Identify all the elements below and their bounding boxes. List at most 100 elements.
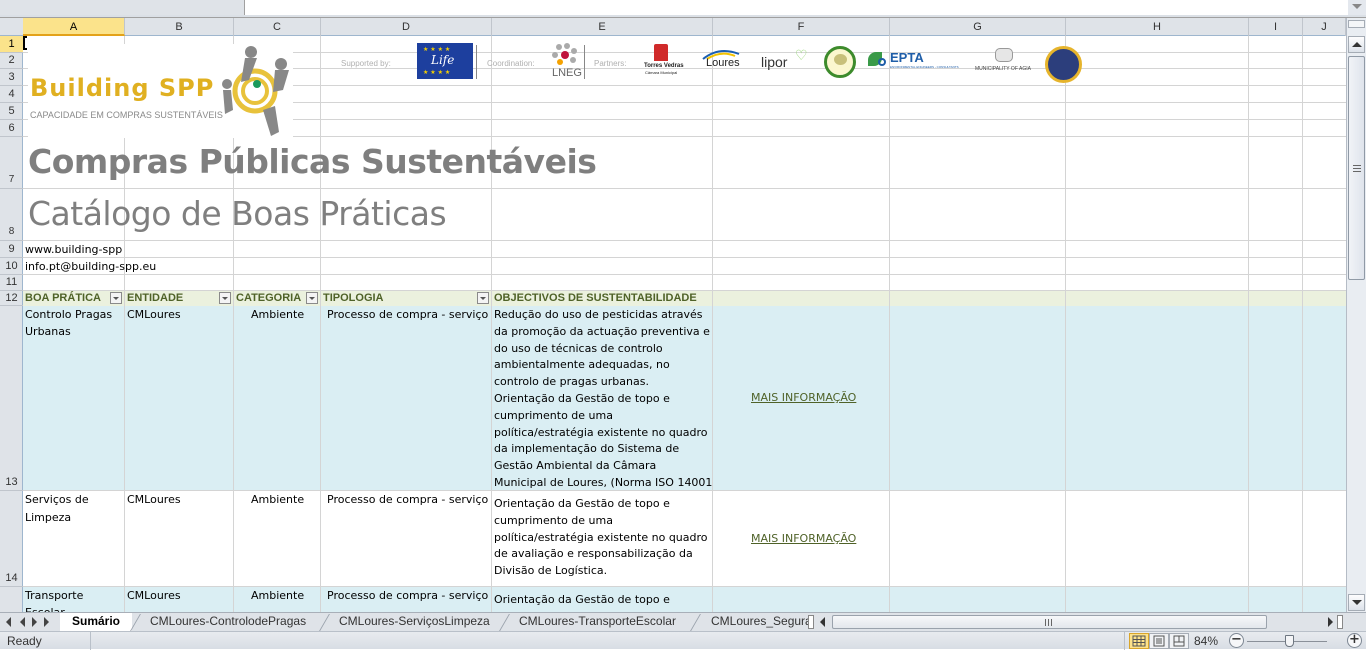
- filter-dropdown-boa-pratica[interactable]: [110, 292, 122, 304]
- split-handle[interactable]: [1348, 20, 1365, 28]
- page-title: Compras Públicas Sustentáveis: [28, 142, 597, 181]
- sheet-tab-transporte-escolar[interactable]: CMLoures-TransporteEscolar: [507, 613, 688, 631]
- name-box[interactable]: [0, 0, 245, 15]
- column-header-g[interactable]: G: [890, 18, 1066, 36]
- column-headers: A B C D E F G H I J: [0, 18, 1348, 36]
- page-layout-view-button[interactable]: [1149, 633, 1169, 649]
- column-header-h[interactable]: H: [1066, 18, 1249, 36]
- row-header-13[interactable]: 13: [0, 306, 23, 491]
- sheet-tab-sumario[interactable]: Sumário: [60, 613, 133, 631]
- zoom-level[interactable]: 84%: [1194, 634, 1218, 648]
- zoom-out-button[interactable]: −: [1229, 633, 1244, 648]
- objectivos-line: Municipal de Loures, (Norma ISO 14001: [494, 476, 713, 489]
- column-header-j[interactable]: J: [1303, 18, 1346, 36]
- tree-emblem-logo: [824, 46, 856, 78]
- epta-logo: EPTA ENVIRONMENTAL ENGINEERS - CONSULTAN…: [868, 50, 968, 74]
- cell-boa-pratica[interactable]: Urbanas: [25, 323, 71, 340]
- zoom-slider-thumb[interactable]: [1285, 635, 1294, 647]
- row-header-2[interactable]: 2: [0, 53, 23, 69]
- cell-boa-pratica[interactable]: Transporte: [25, 587, 83, 604]
- column-header-f[interactable]: F: [713, 18, 890, 36]
- objectivos-line: cumprimento de uma: [494, 408, 613, 422]
- page-break-icon: [1173, 635, 1185, 647]
- row-header-14[interactable]: 14: [0, 491, 23, 587]
- row-header-7[interactable]: 7: [0, 137, 23, 189]
- column-header-i[interactable]: I: [1249, 18, 1303, 36]
- row-header-8[interactable]: 8: [0, 189, 23, 241]
- worksheet-grid[interactable]: Building SPP CAPACIDADE EM COMPRAS SUSTE…: [23, 36, 1346, 612]
- header-tipologia: TIPOLOGIA: [323, 292, 384, 304]
- row-header-3[interactable]: 3: [0, 69, 23, 86]
- lneg-logo: LNEG: [549, 42, 582, 82]
- scroll-down-button[interactable]: [1348, 594, 1365, 611]
- scroll-up-button[interactable]: [1348, 36, 1365, 53]
- row-header-5[interactable]: 5: [0, 103, 23, 120]
- vertical-scrollbar[interactable]: [1346, 18, 1366, 612]
- page-break-view-button[interactable]: [1169, 633, 1189, 649]
- row-header-6[interactable]: 6: [0, 120, 23, 137]
- last-sheet-icon[interactable]: [44, 617, 49, 627]
- header-boa-pratica: BOA PRÁTICA: [25, 292, 101, 304]
- email-text[interactable]: info.pt@building-spp.eu: [25, 258, 156, 275]
- filter-dropdown-categoria[interactable]: [306, 292, 318, 304]
- scroll-right-icon[interactable]: [1328, 617, 1333, 627]
- vertical-scroll-thumb[interactable]: [1348, 56, 1365, 280]
- column-header-a[interactable]: A: [23, 18, 125, 36]
- column-header-b[interactable]: B: [125, 18, 234, 36]
- cell-boa-pratica[interactable]: Escolar: [25, 604, 65, 612]
- row-header-11[interactable]: 11: [0, 275, 23, 291]
- cell-categoria[interactable]: Ambiente: [251, 306, 304, 323]
- lipor-logo: lipor ♡: [761, 48, 808, 70]
- mais-informacao-link[interactable]: MAIS INFORMAÇÃO: [751, 391, 856, 404]
- horizontal-scroll-thumb[interactable]: [832, 615, 1267, 629]
- objectivos-line: política/estratégia existente no quadro: [494, 530, 708, 544]
- prev-sheet-icon[interactable]: [20, 617, 25, 627]
- objectivos-line: Gestão Ambiental da Câmara: [494, 459, 657, 473]
- cell-tipologia[interactable]: Processo de compra - serviço: [327, 306, 488, 323]
- row-header-9[interactable]: 9: [0, 241, 23, 258]
- objectivos-line: cumprimento de uma: [494, 513, 613, 527]
- normal-view-button[interactable]: [1129, 633, 1149, 649]
- filter-dropdown-tipologia[interactable]: [477, 292, 489, 304]
- grip-icon: [1353, 165, 1361, 172]
- objectivos-line: Divisão de Logística.: [494, 564, 608, 578]
- sheet-tab-seguranca[interactable]: CMLoures_Segura: [699, 613, 809, 631]
- mais-informacao-link[interactable]: MAIS INFORMAÇÃO: [751, 532, 856, 545]
- cell-entidade[interactable]: CMLoures: [127, 587, 181, 604]
- column-header-c[interactable]: C: [234, 18, 321, 36]
- website-text[interactable]: www.building-spp: [25, 241, 122, 258]
- zoom-in-button[interactable]: +: [1347, 633, 1362, 648]
- page-icon: [1153, 635, 1165, 647]
- column-header-d[interactable]: D: [321, 18, 492, 36]
- first-sheet-icon[interactable]: [6, 617, 11, 627]
- filter-dropdown-entidade[interactable]: [219, 292, 231, 304]
- cell-categoria[interactable]: Ambiente: [251, 587, 304, 604]
- row-header-1[interactable]: 1: [0, 36, 23, 53]
- cell-boa-pratica[interactable]: Limpeza: [25, 509, 71, 526]
- scroll-left-icon[interactable]: [820, 617, 825, 627]
- cell-boa-pratica[interactable]: Serviços de: [25, 491, 89, 508]
- loures-logo: Loures: [699, 48, 753, 72]
- objectivos-line: do uso de técnicas de controlo: [494, 341, 663, 355]
- column-header-e[interactable]: E: [492, 18, 713, 36]
- tab-split-handle[interactable]: [808, 615, 814, 629]
- cell-entidade[interactable]: CMLoures: [127, 491, 181, 508]
- cell-categoria[interactable]: Ambiente: [251, 491, 304, 508]
- sheet-tab-servicos-limpeza[interactable]: CMLoures-ServiçosLimpeza: [327, 613, 502, 631]
- municipality-agia-logo: MUNICIPALITY OF AGIA: [975, 48, 1035, 78]
- cell-entidade[interactable]: CMLoures: [127, 306, 181, 323]
- sheet-tab-controlo-pragas[interactable]: CMLoures-ControlodePragas: [138, 613, 318, 631]
- hscroll-split-handle[interactable]: [1337, 615, 1343, 629]
- formula-bar-expand-button[interactable]: [1348, 0, 1366, 16]
- logo-title: Building SPP: [30, 74, 215, 102]
- cell-tipologia[interactable]: Processo de compra - serviço: [327, 491, 488, 508]
- status-bar: Ready 84% − +: [0, 631, 1366, 650]
- cell-tipologia[interactable]: Processo de compra - serviço: [327, 587, 488, 604]
- cell-boa-pratica[interactable]: Controlo Pragas: [25, 306, 112, 323]
- row-header-4[interactable]: 4: [0, 86, 23, 103]
- row-header-12[interactable]: 12: [0, 291, 23, 306]
- objectivos-line: Orientação da Gestão de topo e: [494, 392, 670, 405]
- row-header-10[interactable]: 10: [0, 258, 23, 275]
- next-sheet-icon[interactable]: [32, 617, 37, 627]
- torres-vedras-logo: Torres Vedras Câmara Municipal: [644, 44, 684, 76]
